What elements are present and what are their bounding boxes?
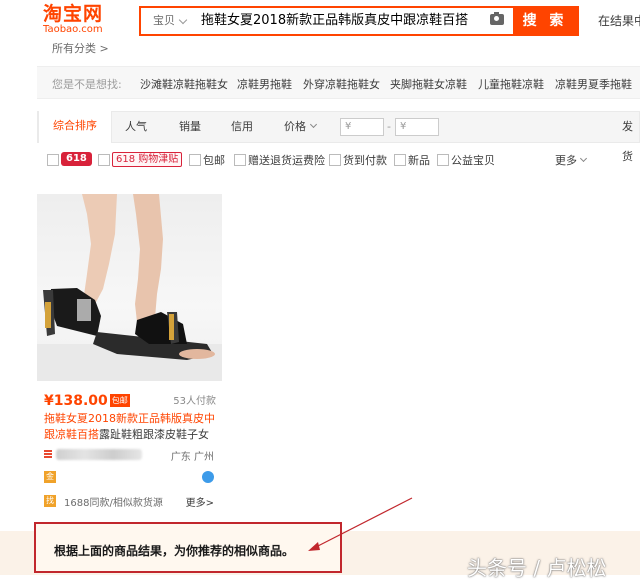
- find-similar-icon: 找: [44, 495, 56, 507]
- filter-return-insurance-label[interactable]: 赠送退货运费险: [248, 152, 325, 168]
- product-title-rest: 露趾鞋粗跟漆皮鞋子女: [99, 428, 209, 441]
- filter-free-shipping-label[interactable]: 包邮: [203, 152, 225, 168]
- sandal-photo: [37, 194, 222, 381]
- free-shipping-tag: 包邮: [109, 394, 130, 407]
- price-row: ¥138.00 包邮 53人付款: [44, 390, 216, 409]
- filter-return-insurance-checkbox[interactable]: [234, 154, 246, 166]
- shop-icon: [44, 450, 52, 459]
- ship-from-filter[interactable]: 发货: [622, 112, 639, 163]
- similar-source-link[interactable]: 1688同款/相似款货源: [64, 494, 163, 509]
- shop-name-blurred[interactable]: [56, 449, 142, 460]
- recommend-annotation-box: 根据上面的商品结果，为你推荐的相似商品。: [34, 522, 342, 573]
- logo-cn: 淘宝网: [43, 3, 104, 25]
- suggest-bar: 您是不是想找: 沙滩鞋凉鞋拖鞋女 凉鞋男拖鞋 外穿凉鞋拖鞋女 夹脚拖鞋女凉鞋 儿…: [37, 66, 640, 99]
- similar-source-row: 找 1688同款/相似款货源 更多>: [44, 494, 216, 509]
- filter-more-label: 更多: [555, 154, 577, 167]
- product-title[interactable]: 拖鞋女夏2018新款正品韩版真皮中跟凉鞋百搭露趾鞋粗跟漆皮鞋子女: [44, 411, 216, 443]
- sort-bar: 综合排序 人气 销量 信用 价格 ¥ - ¥ 发货: [37, 111, 640, 163]
- filter-charity-checkbox[interactable]: [437, 154, 449, 166]
- search-scope-select[interactable]: 宝贝: [141, 8, 195, 34]
- sort-popularity[interactable]: 人气: [125, 112, 147, 142]
- suggest-label: 您是不是想找:: [52, 78, 122, 91]
- all-categories-link[interactable]: 所有分类 >: [52, 40, 109, 56]
- camera-icon[interactable]: [490, 12, 504, 25]
- sort-price-label: 价格: [284, 120, 306, 133]
- filter-cod-label[interactable]: 货到付款: [343, 152, 387, 168]
- product-image[interactable]: [37, 194, 222, 381]
- product-price: ¥138.00: [44, 393, 108, 409]
- chevron-down-icon: [178, 15, 188, 25]
- suggest-item[interactable]: 外穿凉鞋拖鞋女: [303, 76, 380, 92]
- price-min-input[interactable]: ¥: [340, 118, 384, 136]
- shop-location: 广东 广州: [170, 452, 214, 463]
- filter-cod-checkbox[interactable]: [329, 154, 341, 166]
- search-input[interactable]: 拖鞋女夏2018新款正品韩版真皮中跟凉鞋百搭: [201, 8, 501, 34]
- suggest-item[interactable]: 夹脚拖鞋女凉鞋: [390, 76, 467, 92]
- filter-new-checkbox[interactable]: [394, 154, 406, 166]
- filter-618-subsidy-checkbox[interactable]: [98, 154, 110, 166]
- filter-new-label[interactable]: 新品: [408, 152, 430, 168]
- wangwang-chat-icon[interactable]: [202, 471, 214, 483]
- taobao-logo[interactable]: 淘宝网 Taobao.com: [43, 4, 103, 35]
- chevron-down-icon: [579, 154, 588, 163]
- watermark-text: 头条号 / 卢松松: [467, 556, 607, 580]
- suggest-item[interactable]: 儿童拖鞋凉鞋: [478, 76, 544, 92]
- badge-618: 618: [61, 152, 92, 166]
- search-scope-label: 宝贝: [153, 14, 175, 27]
- badge-618-subsidy: 618 购物津贴: [112, 152, 183, 167]
- sort-sales[interactable]: 销量: [179, 112, 201, 142]
- filter-618-checkbox[interactable]: [47, 154, 59, 166]
- chevron-down-icon: [309, 120, 318, 129]
- similar-more-link[interactable]: 更多>: [186, 494, 214, 509]
- search-in-results-button[interactable]: 在结果中: [598, 12, 640, 29]
- sort-credit[interactable]: 信用: [231, 112, 253, 142]
- suggest-item[interactable]: 凉鞋男夏季拖鞋: [555, 76, 632, 92]
- sort-comprehensive[interactable]: 综合排序: [38, 111, 112, 143]
- price-max-input[interactable]: ¥: [395, 118, 439, 136]
- suggest-item[interactable]: 凉鞋男拖鞋: [237, 76, 292, 92]
- logo-en: Taobao.com: [43, 24, 103, 35]
- product-card[interactable]: ¥138.00 包邮 53人付款 拖鞋女夏2018新款正品韩版真皮中跟凉鞋百搭露趾…: [37, 194, 222, 516]
- header: 淘宝网 Taobao.com 宝贝 拖鞋女夏2018新款正品韩版真皮中跟凉鞋百搭…: [0, 0, 640, 40]
- gold-seller-icon[interactable]: 金: [44, 471, 56, 483]
- filter-bar: 618 618 购物津贴 包邮 赠送退货运费险 货到付款 新品 公益宝贝 更多: [37, 145, 640, 175]
- shop-row: 广东 广州: [44, 448, 216, 463]
- filter-more-button[interactable]: 更多: [555, 152, 588, 168]
- price-dash: -: [387, 120, 391, 133]
- search-box: 宝贝 拖鞋女夏2018新款正品韩版真皮中跟凉鞋百搭 搜 索: [139, 6, 579, 36]
- recommend-text: 根据上面的商品结果，为你推荐的相似商品。: [54, 544, 295, 558]
- sort-price[interactable]: 价格: [284, 112, 318, 142]
- search-button[interactable]: 搜 索: [513, 8, 577, 34]
- suggest-item[interactable]: 沙滩鞋凉鞋拖鞋女: [140, 76, 228, 92]
- service-icons-row: 金: [44, 471, 216, 485]
- sales-count: 53人付款: [173, 396, 216, 407]
- filter-charity-label[interactable]: 公益宝贝: [451, 152, 495, 168]
- filter-free-shipping-checkbox[interactable]: [189, 154, 201, 166]
